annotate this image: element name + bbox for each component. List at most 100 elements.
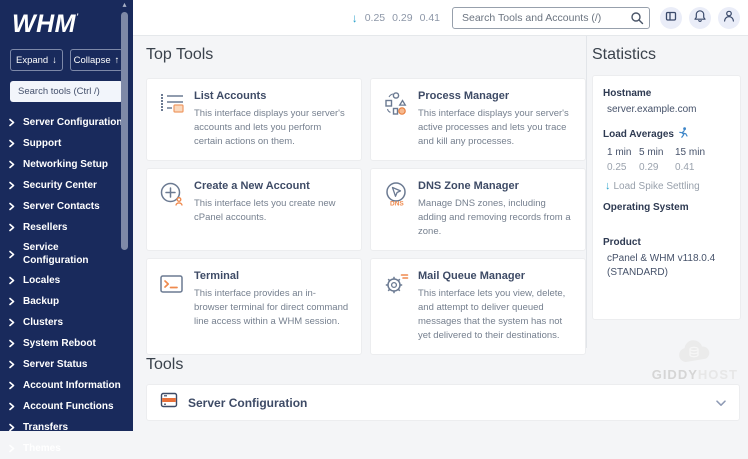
- chevron-right-icon: [9, 139, 15, 148]
- sidebar-scrollbar[interactable]: [121, 12, 128, 250]
- sidebar-item-server-status[interactable]: Server Status: [0, 354, 133, 375]
- chevron-right-icon: [9, 202, 15, 211]
- sidebar-item-label: System Reboot: [23, 338, 96, 349]
- chevron-right-icon: [9, 276, 15, 285]
- arrow-down-icon: ↓: [52, 55, 57, 66]
- tool-card-title[interactable]: Create a New Account: [194, 180, 349, 192]
- product-label: Product: [603, 237, 730, 248]
- terminal-icon: [159, 270, 185, 343]
- search-icon[interactable]: [630, 11, 644, 30]
- sidebar-item-label: Locales: [23, 275, 60, 286]
- tool-card-description: This interface displays your server's ac…: [194, 107, 349, 149]
- tools-title: Tools: [146, 356, 183, 374]
- product-value: cPanel & WHM v118.0.4 (STANDARD): [607, 252, 730, 280]
- sidebar-item-label: Transfers: [23, 422, 68, 433]
- load-trend-down-icon: ↓: [605, 180, 611, 192]
- top-tools-title: Top Tools: [146, 46, 213, 64]
- sidebar-item-clusters[interactable]: Clusters: [0, 312, 133, 333]
- tools-group-label: Server Configuration: [188, 396, 716, 410]
- sidebar-item-locales[interactable]: Locales: [0, 270, 133, 291]
- sidebar-item-networking-setup[interactable]: Networking Setup: [0, 154, 133, 175]
- tool-card-description: This interface lets you create new cPane…: [194, 197, 349, 225]
- chevron-right-icon: [9, 297, 15, 306]
- tool-card-dns-zone-manager[interactable]: DNS DNS Zone Manager Manage DNS zones, i…: [370, 168, 586, 251]
- tool-card-description: This interface lets you view, delete, an…: [418, 287, 573, 343]
- sidebar-item-themes[interactable]: Themes: [0, 438, 133, 459]
- sidebar-item-transfers[interactable]: Transfers: [0, 417, 133, 438]
- user-button[interactable]: [718, 7, 740, 29]
- scrollbar-up-caret[interactable]: ▴: [121, 1, 128, 9]
- sidebar-item-account-functions[interactable]: Account Functions: [0, 396, 133, 417]
- list-accounts-icon: [159, 90, 185, 149]
- sidebar-item-server-configuration[interactable]: Server Configuration: [0, 112, 133, 133]
- load-value-5min: 0.29: [392, 12, 412, 24]
- sidebar-item-label: Resellers: [23, 222, 67, 233]
- sidebar-item-service-configuration[interactable]: Service Configuration: [0, 238, 133, 270]
- top-tools-grid: List Accounts This interface displays yo…: [146, 78, 586, 355]
- tool-card-title[interactable]: Mail Queue Manager: [418, 270, 573, 282]
- expand-button[interactable]: Expand ↓: [10, 49, 63, 71]
- tool-card-title[interactable]: Process Manager: [418, 90, 573, 102]
- server-configuration-icon: [160, 391, 178, 414]
- operating-system-label: Operating System: [603, 202, 730, 213]
- sidebar-item-support[interactable]: Support: [0, 133, 133, 154]
- load-trend-down-icon: ↓: [352, 11, 358, 25]
- stats-divider: [586, 36, 587, 348]
- tool-card-title[interactable]: DNS Zone Manager: [418, 180, 573, 192]
- chevron-right-icon: [9, 181, 15, 190]
- statistics-card: Hostname server.example.com Load Average…: [592, 75, 741, 320]
- giddyhost-watermark: GIDDYHOST: [652, 340, 738, 381]
- statistics-title: Statistics: [592, 46, 741, 64]
- header-load-averages: ↓ 0.25 0.29 0.41: [352, 11, 440, 25]
- tool-card-terminal[interactable]: Terminal This interface provides an in-b…: [146, 258, 362, 355]
- tool-card-title[interactable]: Terminal: [194, 270, 349, 282]
- chevron-right-icon: [9, 118, 15, 127]
- sidebar-item-label: Server Status: [23, 359, 87, 370]
- load-value-15min: 0.41: [420, 12, 440, 24]
- tool-card-description: Manage DNS zones, including adding and r…: [418, 197, 573, 239]
- top-bar: ↓ 0.25 0.29 0.41: [133, 0, 748, 36]
- chevron-right-icon: [9, 223, 15, 232]
- collapse-label: Collapse: [74, 55, 111, 66]
- sidebar-item-label: Account Functions: [23, 401, 114, 412]
- load-spike-status: ↓ Load Spike Settling: [605, 180, 730, 192]
- sidebar-item-resellers[interactable]: Resellers: [0, 217, 133, 238]
- chevron-right-icon: [9, 444, 15, 453]
- sidebar-item-server-contacts[interactable]: Server Contacts: [0, 196, 133, 217]
- chevron-down-icon[interactable]: [716, 394, 726, 412]
- notifications-button[interactable]: [689, 7, 711, 29]
- tool-card-mail-queue-manager[interactable]: Mail Queue Manager This interface lets y…: [370, 258, 586, 355]
- whm-logo: WHMʼ: [12, 10, 133, 39]
- tools-group-server-configuration[interactable]: Server Configuration: [146, 384, 740, 421]
- sidebar-item-security-center[interactable]: Security Center: [0, 175, 133, 196]
- process-manager-icon: [383, 90, 409, 149]
- hostname-value: server.example.com: [607, 103, 730, 117]
- load-values-row: 0.250.290.41: [607, 162, 730, 173]
- dns-zone-icon: DNS: [383, 180, 409, 239]
- statistics-panel: Statistics Hostname server.example.com L…: [592, 46, 741, 320]
- expand-label: Expand: [16, 55, 48, 66]
- apps-button[interactable]: [660, 7, 682, 29]
- sidebar-search-input[interactable]: [10, 81, 123, 102]
- chevron-right-icon: [9, 318, 15, 327]
- chevron-right-icon: [9, 402, 15, 411]
- collapse-button[interactable]: Collapse ↑: [70, 49, 123, 71]
- chevron-right-icon: [9, 160, 15, 169]
- mail-queue-icon: [383, 270, 409, 343]
- sidebar-item-system-reboot[interactable]: System Reboot: [0, 333, 133, 354]
- tool-card-title[interactable]: List Accounts: [194, 90, 349, 102]
- sidebar-item-account-information[interactable]: Account Information: [0, 375, 133, 396]
- global-search-input[interactable]: [452, 7, 650, 29]
- sidebar-nav: Server Configuration Support Networking …: [0, 112, 133, 459]
- bell-icon: [693, 9, 707, 26]
- sidebar-item-label: Security Center: [23, 180, 97, 191]
- load-value-1min: 0.25: [365, 12, 385, 24]
- hostname-label: Hostname: [603, 88, 730, 99]
- tool-card-create-account[interactable]: Create a New Account This interface lets…: [146, 168, 362, 251]
- load-minutes-row: 1 min5 min15 min: [607, 147, 730, 158]
- sidebar-item-label: Service Configuration: [23, 241, 101, 268]
- tool-card-process-manager[interactable]: Process Manager This interface displays …: [370, 78, 586, 161]
- load-averages-label: Load Averages: [603, 129, 674, 140]
- sidebar-item-backup[interactable]: Backup: [0, 291, 133, 312]
- tool-card-list-accounts[interactable]: List Accounts This interface displays yo…: [146, 78, 362, 161]
